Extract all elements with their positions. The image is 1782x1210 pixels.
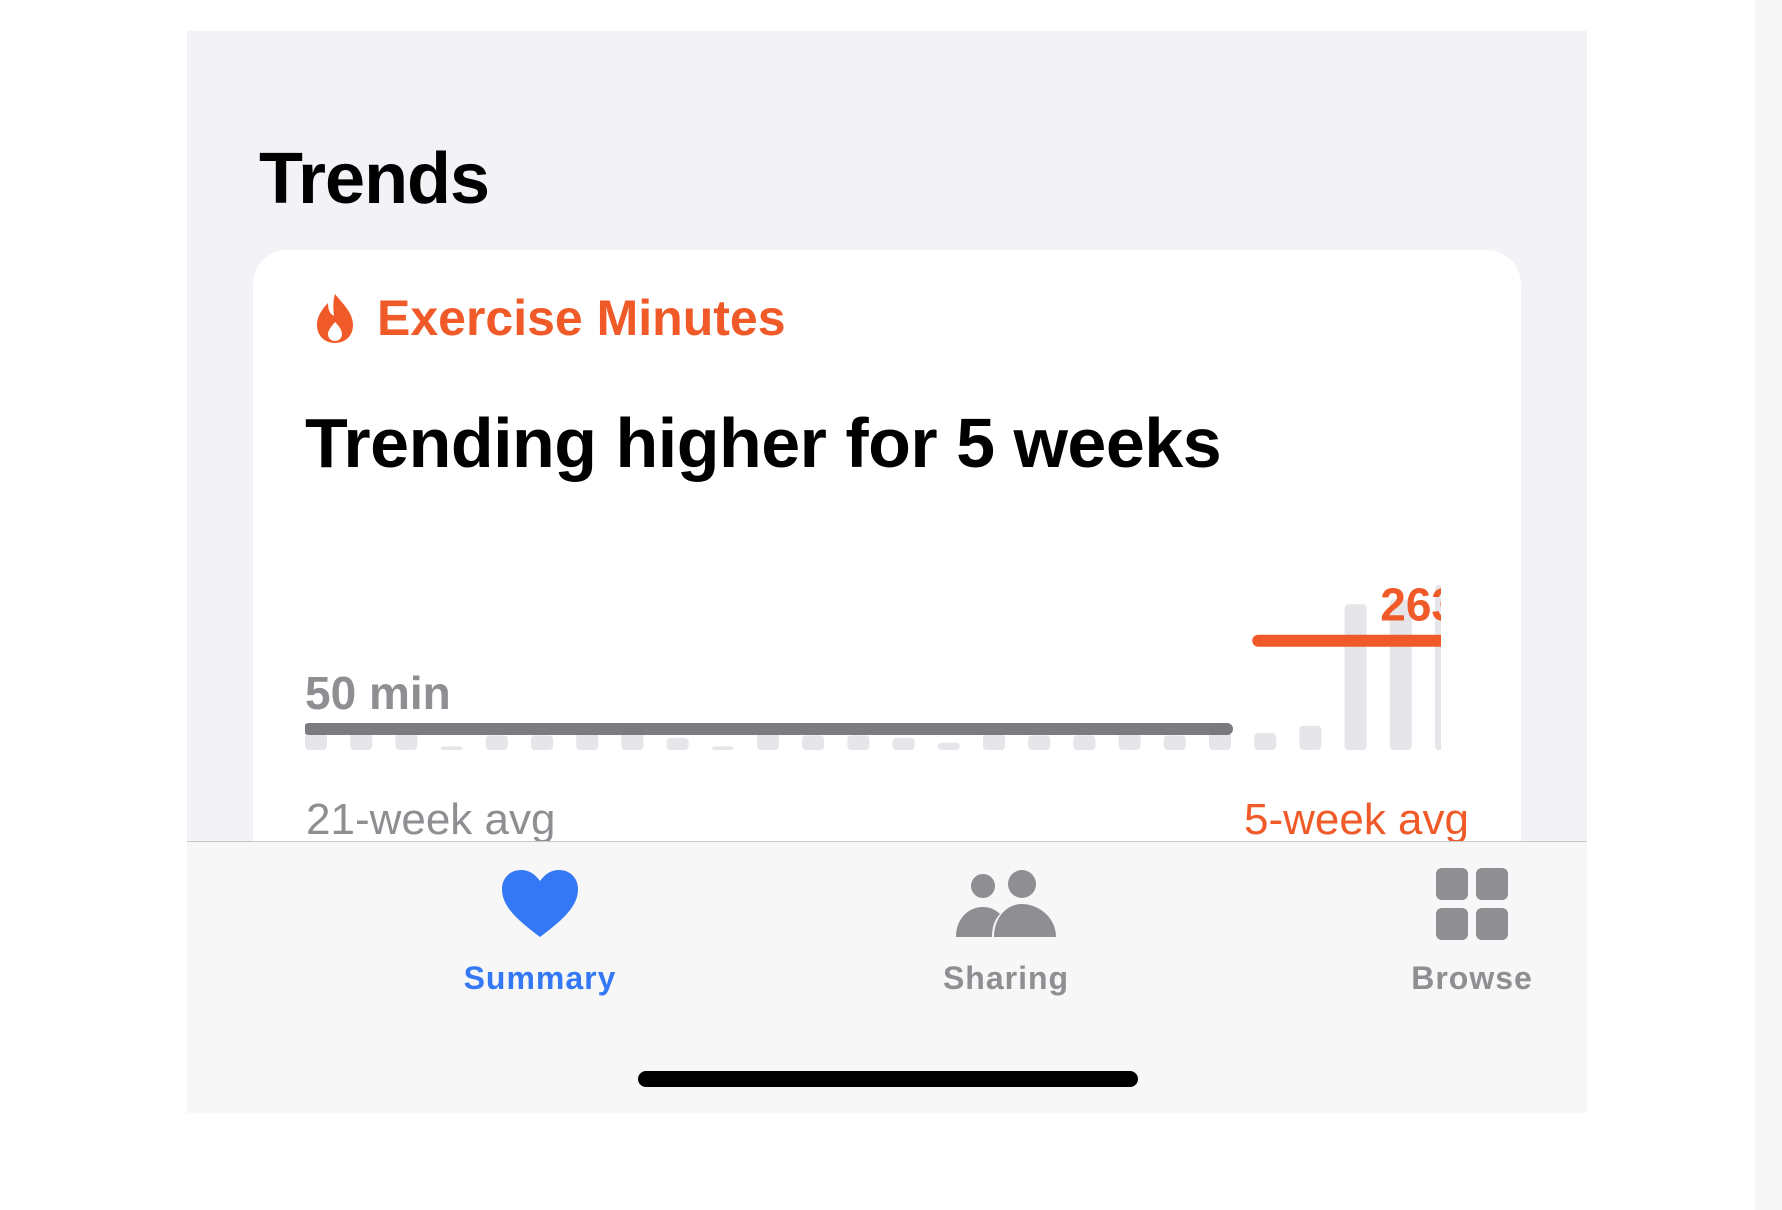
- week-bar: [576, 733, 599, 750]
- page-title: Trends: [259, 139, 490, 219]
- tab-bar: Summary Sharing Browse: [187, 841, 1587, 1113]
- trend-headline: Trending higher for 5 weeks: [305, 404, 1222, 482]
- week-bar: [1028, 735, 1051, 750]
- tab-label-summary: Summary: [463, 960, 617, 996]
- week-bar: [711, 746, 734, 750]
- week-bar: [937, 742, 960, 750]
- week-bar: [757, 733, 779, 750]
- tab-summary[interactable]: Summary: [420, 866, 660, 1006]
- week-bar: [440, 746, 463, 750]
- week-bar: [1344, 604, 1367, 750]
- trend-chart: 50 min 263: [305, 579, 1441, 750]
- phone-screen: Trends Exercise Minutes Trending higher …: [187, 31, 1587, 1113]
- week-bar: [666, 737, 689, 750]
- long-avg-caption: 21-week avg: [306, 795, 556, 844]
- tab-browse[interactable]: Browse: [1352, 866, 1587, 1006]
- flame-icon: [317, 294, 353, 343]
- week-bar: [892, 737, 915, 750]
- tab-label-sharing: Sharing: [942, 960, 1070, 996]
- week-bar: [531, 735, 553, 750]
- week-bar: [350, 733, 373, 750]
- heart-icon: [502, 870, 578, 937]
- tab-sharing[interactable]: Sharing: [886, 866, 1126, 1006]
- week-bar: [1254, 733, 1277, 750]
- home-indicator: [638, 1071, 1138, 1087]
- short-avg-value: 263: [1380, 579, 1441, 631]
- week-bar: [485, 735, 508, 750]
- card-label: Exercise Minutes: [377, 290, 786, 346]
- tab-label-browse: Browse: [1411, 960, 1533, 996]
- card-header: Exercise Minutes: [315, 292, 786, 344]
- grid-icon: [1436, 868, 1508, 940]
- week-bar: [1163, 735, 1186, 750]
- week-bar: [983, 733, 1005, 750]
- long-avg-value: 50 min: [305, 667, 451, 719]
- week-bar: [1299, 725, 1322, 750]
- week-bar: [1118, 733, 1141, 750]
- week-bar: [1073, 735, 1096, 750]
- people-icon: [956, 870, 1056, 937]
- week-bar: [847, 735, 870, 750]
- week-bar: [395, 733, 418, 750]
- short-avg-caption: 5-week avg: [1243, 795, 1469, 844]
- background-strip: [1755, 0, 1782, 1210]
- week-bar: [305, 733, 327, 750]
- week-bar: [802, 735, 825, 750]
